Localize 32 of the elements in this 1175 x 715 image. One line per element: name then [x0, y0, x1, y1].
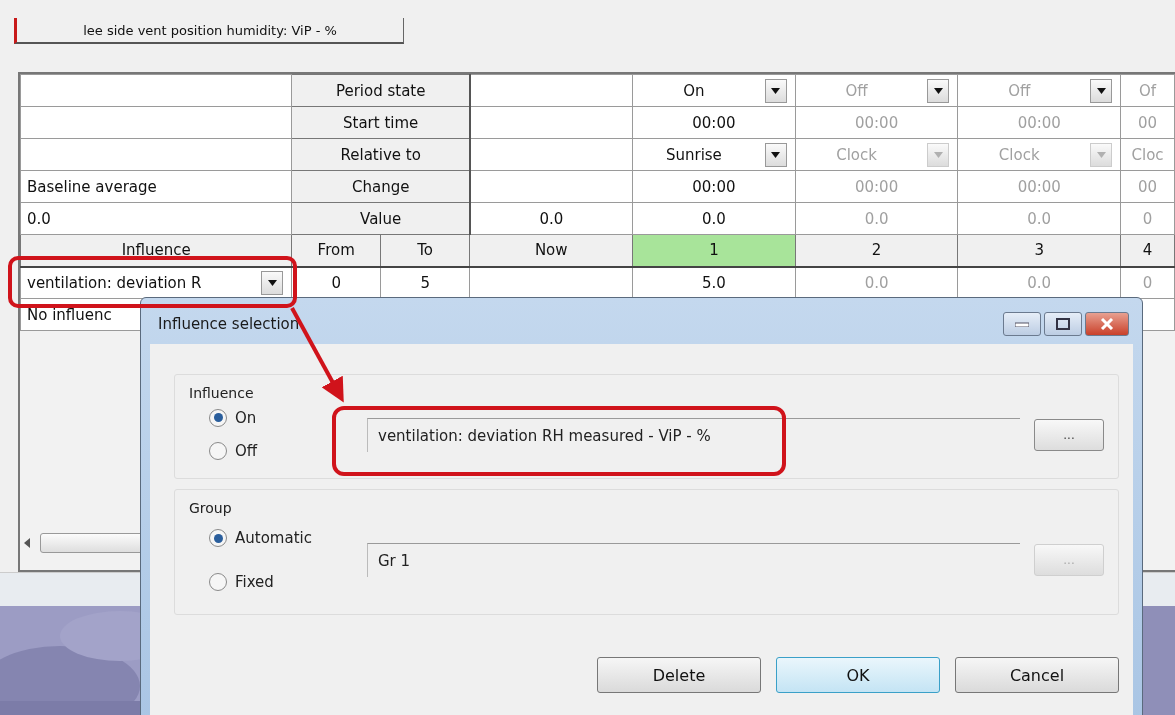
table-cell: 0	[1120, 202, 1175, 235]
table-cell: 00:00	[957, 106, 1121, 139]
table-cell: 00:00	[632, 106, 796, 139]
row-header: Start time	[291, 106, 470, 139]
column-header: To	[380, 234, 470, 267]
table-cell: 0.0	[469, 202, 633, 235]
group-label: Group	[189, 500, 233, 516]
table-cell: Baseline average	[20, 170, 292, 203]
row-header: Relative to	[291, 138, 470, 171]
table-cell: 0.0	[795, 202, 958, 235]
table-cell: 0	[1120, 266, 1175, 299]
row-header: Period state	[291, 74, 470, 107]
table-cell: 0.0	[957, 266, 1121, 299]
table-cell: 00:00	[795, 170, 958, 203]
row-header: Change	[291, 170, 470, 203]
group-label: Influence	[189, 385, 255, 401]
column-header: Now	[469, 234, 633, 267]
table-cell: 0.0	[20, 202, 292, 235]
table-cell: 5.0	[632, 266, 796, 299]
column-header: From	[291, 234, 381, 267]
table-cell: 00:00	[632, 170, 796, 203]
table-cell: 5	[380, 266, 470, 299]
table-cell: Of	[1120, 74, 1175, 107]
table-cell: 00	[1120, 170, 1175, 203]
table-cell: 0.0	[795, 266, 958, 299]
table-cell: 00:00	[957, 170, 1121, 203]
table-cell: 0.0	[632, 202, 796, 235]
table-cell: 0.0	[957, 202, 1121, 235]
row-header: Value	[291, 202, 470, 235]
table-cell: Cloc	[1120, 138, 1175, 171]
table-cell: 00:00	[795, 106, 958, 139]
table-cell: 00	[1120, 106, 1175, 139]
